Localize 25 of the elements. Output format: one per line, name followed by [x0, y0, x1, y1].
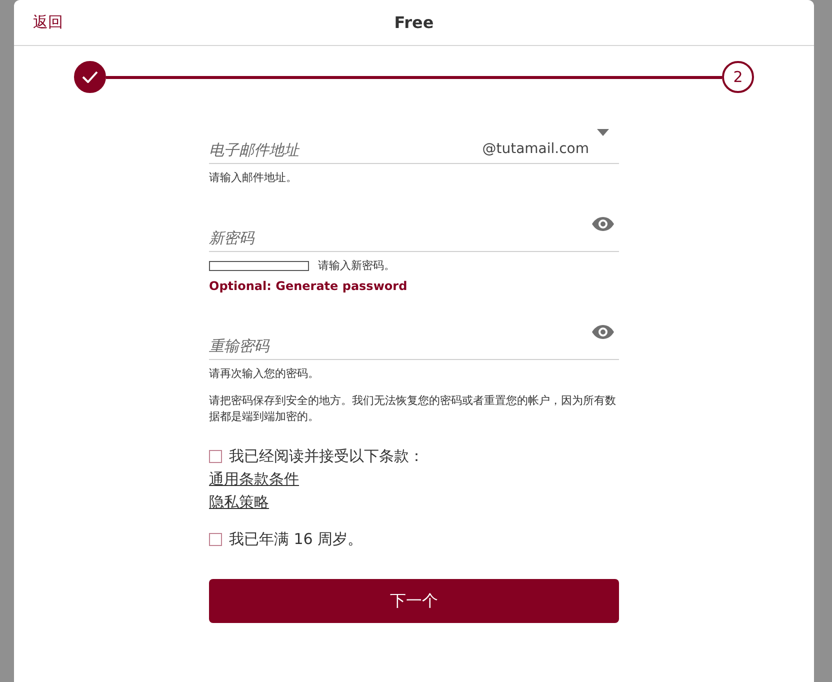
generate-password-link[interactable]: Optional: Generate password	[209, 279, 619, 293]
input-field[interactable]: 重输密码	[209, 337, 409, 359]
help-text: 请输入新密码。	[318, 258, 395, 273]
input-field[interactable]: 新密码	[209, 229, 409, 251]
back-link[interactable]: 返回	[33, 13, 63, 32]
age-checkbox[interactable]: 我已年满 16 周岁。	[209, 530, 619, 549]
next-button[interactable]: 下一个	[209, 579, 619, 623]
warning-note: 请把密码保存到安全的地方。我们无法恢复您的密码或者重置您的帐户，因为所有数据都是端到端加密的。	[209, 393, 617, 425]
domain-suffix: @tutamail.com	[482, 141, 589, 157]
terms-label: 我已经阅读并接受以下条款：	[229, 447, 424, 466]
eye-icon[interactable]	[592, 325, 614, 339]
terms-link[interactable]: 隐私策略	[209, 493, 269, 512]
terms-link[interactable]: 通用条款条件	[209, 470, 299, 489]
age-label: 我已年满 16 周岁。	[229, 530, 363, 549]
check-icon	[82, 71, 98, 83]
dialog-title: Free	[394, 13, 434, 32]
terms-checkbox[interactable]: 我已经阅读并接受以下条款：	[209, 447, 619, 466]
help-text: 请再次输入您的密码。	[209, 366, 320, 381]
step-indicator: 2	[722, 61, 754, 93]
input-field[interactable]: 电子邮件地址	[209, 141, 409, 163]
help-text: 请输入邮件地址。	[209, 170, 298, 185]
eye-icon[interactable]	[592, 217, 614, 231]
checkbox[interactable]	[209, 450, 222, 463]
caret-icon[interactable]	[597, 129, 609, 136]
checkbox[interactable]	[209, 533, 222, 546]
